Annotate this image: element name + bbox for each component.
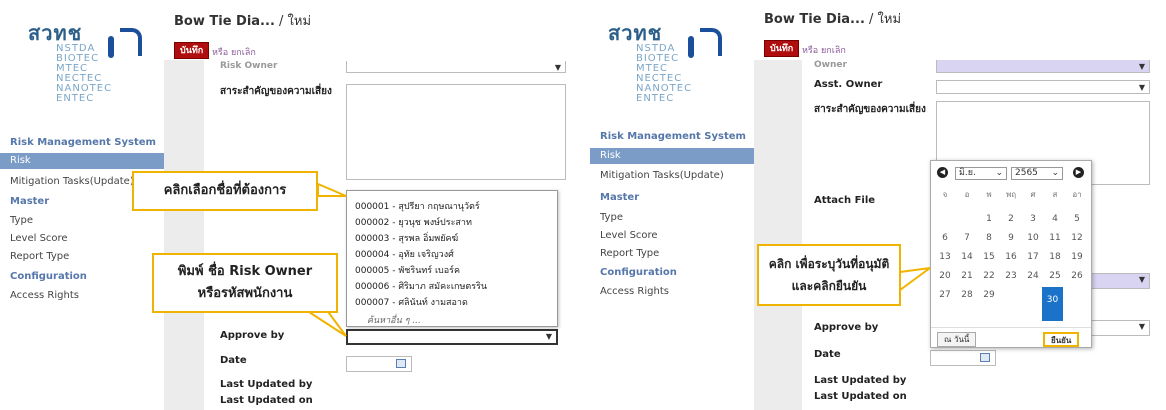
callout-pick-date-line2: และคลิกยืนยัน [791, 279, 867, 293]
callout-pick-date-line1: คลิก เพื่อระบุวันที่อนุมัติ [768, 257, 890, 271]
callout-pointer-right [899, 267, 931, 292]
callout-pick-date: คลิก เพื่อระบุวันที่อนุมัติ และคลิกยืนยั… [757, 244, 901, 306]
